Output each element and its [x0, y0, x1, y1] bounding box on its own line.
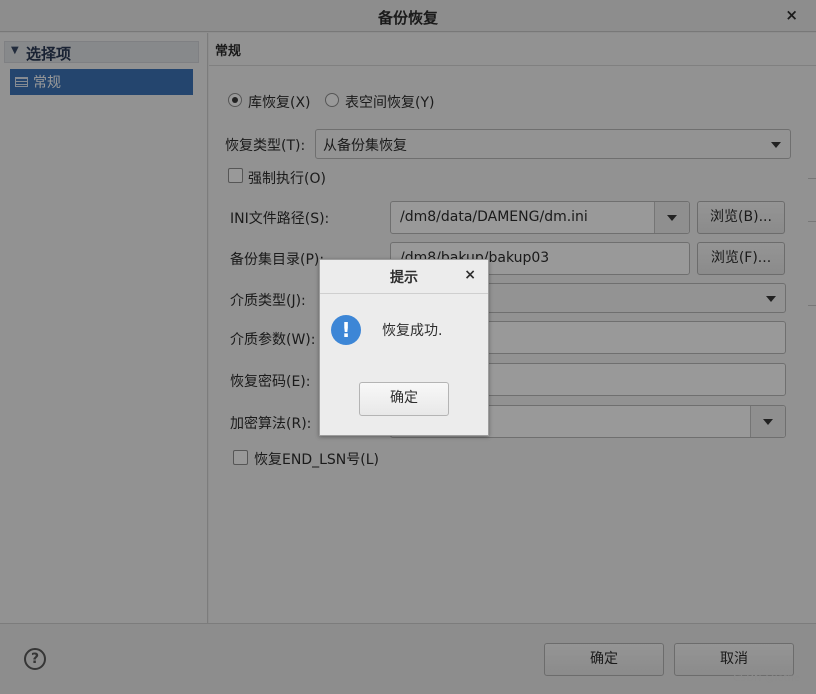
info-icon: ! — [331, 315, 361, 345]
message-dialog: 提示 × ! 恢复成功. 确定 — [319, 259, 489, 436]
message-text: 恢复成功. — [382, 323, 443, 339]
message-dialog-titlebar: 提示 × — [320, 260, 488, 294]
message-dialog-title: 提示 — [390, 270, 418, 286]
message-ok-button[interactable]: 确定 — [359, 382, 449, 416]
message-dialog-close-icon[interactable]: × — [464, 267, 476, 283]
